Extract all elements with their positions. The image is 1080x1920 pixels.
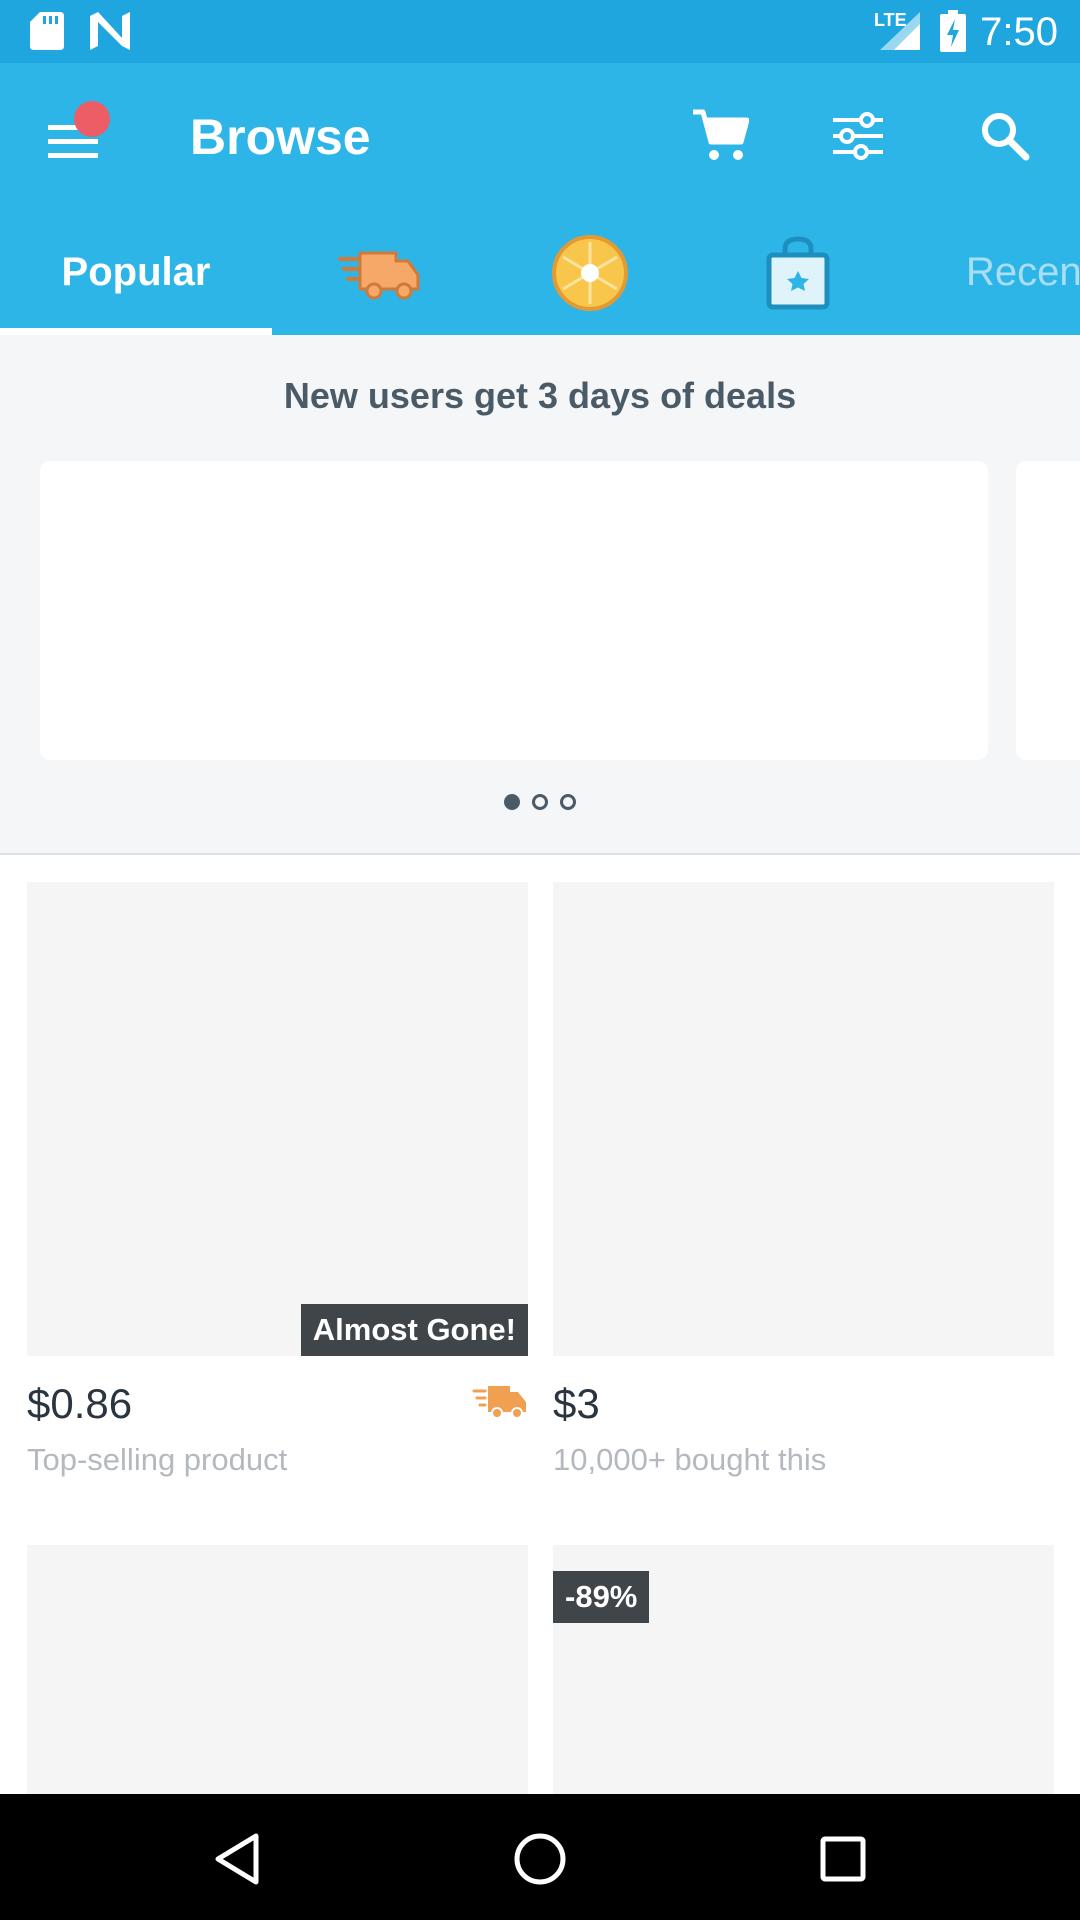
search-icon	[982, 113, 1030, 161]
filter-button[interactable]	[823, 101, 893, 171]
product-subtitle: Top-selling product	[27, 1442, 288, 1477]
recents-square-icon	[820, 1836, 866, 1882]
battery-charging-icon	[940, 10, 966, 52]
tab-recent-label: Recen	[966, 250, 1080, 294]
product-card[interactable]: -89%	[553, 1545, 1054, 1794]
pagination-dot[interactable]	[532, 794, 548, 810]
product-card[interactable]	[27, 1545, 528, 1794]
product-price: $3	[553, 1380, 600, 1427]
status-bar: LTE 7:50	[0, 0, 1080, 63]
tab-blitz-buy[interactable]	[510, 210, 670, 335]
cart-icon	[693, 109, 749, 160]
page-title: Browse	[190, 109, 371, 165]
tab-popular-label: Popular	[61, 250, 211, 294]
fast-shipping-truck-icon	[338, 251, 420, 299]
pagination-dot-active[interactable]	[504, 794, 520, 810]
sd-card-icon	[30, 12, 64, 50]
selected-tab-indicator	[0, 328, 272, 335]
status-time: 7:50	[980, 10, 1058, 54]
tab-local-store[interactable]	[718, 210, 878, 335]
promo-card[interactable]	[40, 461, 988, 760]
search-button[interactable]	[970, 101, 1040, 171]
filter-icon	[833, 112, 883, 160]
notification-dot	[74, 101, 110, 137]
home-button[interactable]	[505, 1824, 575, 1894]
carousel-pagination	[504, 794, 576, 810]
promo-card-next[interactable]	[1016, 461, 1080, 760]
tab-popular[interactable]: Popular	[0, 210, 272, 335]
product-image[interactable]	[27, 1545, 528, 1794]
back-triangle-icon	[215, 1833, 259, 1885]
blitz-wheel-icon	[552, 234, 628, 311]
system-nav-bar	[0, 1794, 1080, 1920]
app-bar: Browse	[0, 63, 1080, 210]
promo-title: New users get 3 days of deals	[283, 375, 797, 416]
pagination-dot[interactable]	[560, 794, 576, 810]
product-card[interactable]: $3 10,000+ bought this	[553, 882, 1054, 1502]
almost-gone-badge: Almost Gone!	[300, 1304, 528, 1356]
home-circle-icon	[514, 1833, 566, 1885]
signal-icon	[880, 12, 920, 50]
fast-shipping-icon	[472, 1386, 526, 1419]
product-price: $0.86	[27, 1380, 133, 1427]
tab-recent[interactable]: Recen	[966, 210, 1080, 335]
product-image[interactable]	[553, 882, 1054, 1356]
promo-section: New users get 3 days of deals	[0, 335, 1080, 855]
recents-button[interactable]	[808, 1824, 878, 1894]
product-subtitle: 10,000+ bought this	[553, 1442, 827, 1477]
discount-badge: -89%	[553, 1571, 650, 1623]
cart-button[interactable]	[685, 101, 755, 171]
tab-fast-shipping[interactable]	[300, 210, 460, 335]
shopping-bag-icon	[766, 235, 830, 309]
product-image[interactable]	[27, 882, 528, 1356]
back-button[interactable]	[202, 1824, 272, 1894]
n-logo-icon	[90, 12, 130, 50]
product-card[interactable]: Almost Gone! $0.86 Top-selling product	[27, 882, 528, 1502]
category-tabs: Popular Recen	[0, 210, 1080, 335]
